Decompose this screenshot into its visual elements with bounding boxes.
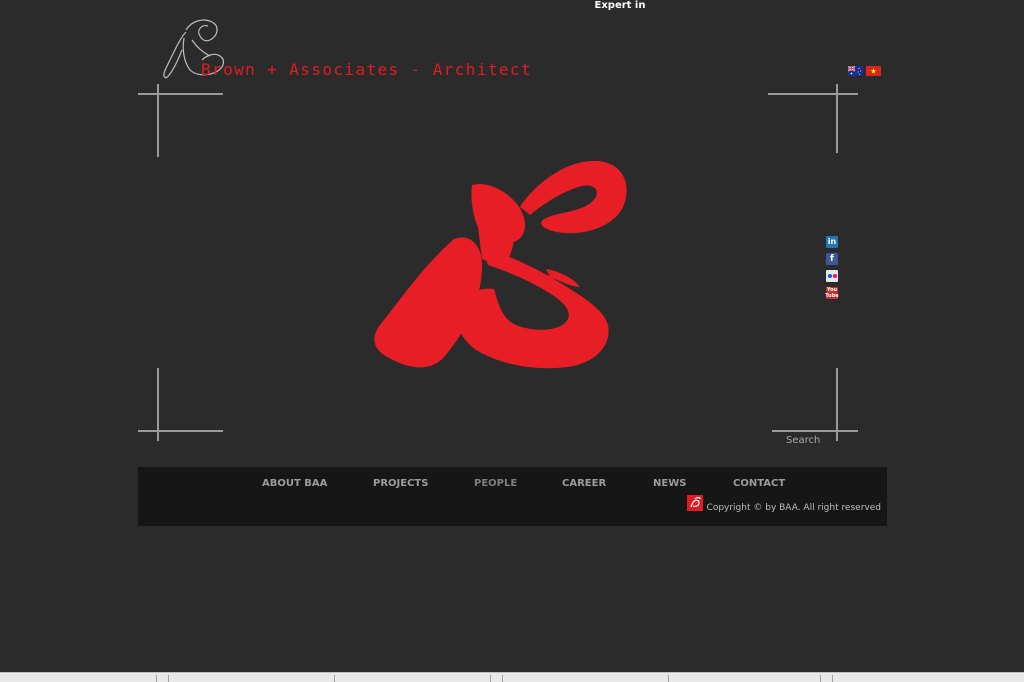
nav-contact[interactable]: CONTACT bbox=[733, 478, 785, 489]
youtube-icon[interactable]: You Tube bbox=[825, 287, 839, 299]
nav-career[interactable]: CAREER bbox=[562, 478, 606, 489]
language-selector bbox=[848, 66, 881, 76]
vietnam-flag-icon[interactable] bbox=[866, 66, 881, 76]
top-text: Expert in bbox=[0, 0, 1024, 12]
main-nav: ABOUT BAA PROJECTS PEOPLE CAREER NEWS CO… bbox=[138, 478, 887, 492]
nav-news[interactable]: NEWS bbox=[653, 478, 686, 489]
baa-mini-logo-icon bbox=[686, 495, 703, 511]
linkedin-icon[interactable]: in bbox=[826, 236, 838, 248]
page: Expert in Brown + Associates - Architect bbox=[0, 0, 1024, 682]
nav-projects[interactable]: PROJECTS bbox=[373, 478, 428, 489]
social-links: in f You Tube bbox=[825, 236, 839, 299]
facebook-icon[interactable]: f bbox=[826, 253, 838, 265]
copyright: Copyright © by BAA. All right reserved bbox=[686, 495, 881, 516]
flickr-icon[interactable] bbox=[826, 270, 838, 282]
search-link[interactable]: Search bbox=[786, 435, 820, 446]
nav-about-baa[interactable]: ABOUT BAA bbox=[262, 478, 327, 489]
browser-status-bar bbox=[0, 672, 1024, 682]
copyright-text: Copyright © by BAA. All right reserved bbox=[706, 503, 881, 513]
nav-people[interactable]: PEOPLE bbox=[474, 478, 517, 489]
expert-in-label: Expert in bbox=[594, 0, 646, 11]
site-name[interactable]: Brown + Associates - Architect bbox=[201, 60, 532, 79]
footer-bar: ABOUT BAA PROJECTS PEOPLE CAREER NEWS CO… bbox=[138, 467, 887, 526]
baa-brush-logo-icon bbox=[374, 160, 627, 369]
australia-flag-icon[interactable] bbox=[848, 66, 863, 76]
